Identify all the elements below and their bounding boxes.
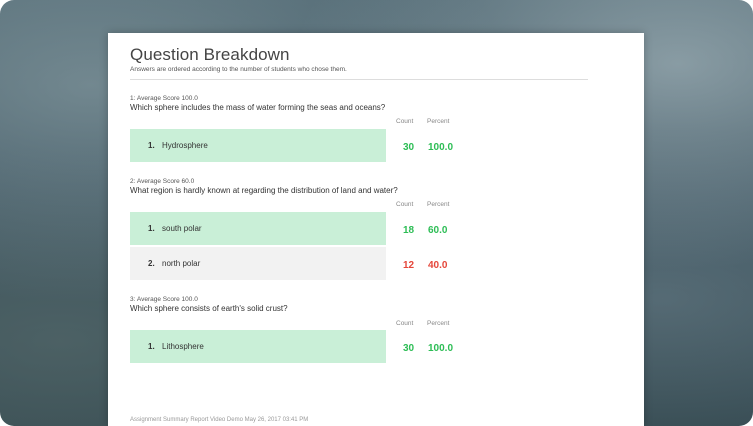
answer-count: 12	[403, 260, 415, 271]
answer-percent: 100.0	[428, 343, 454, 354]
answer-row: 2. north polar	[130, 247, 386, 280]
answer-percent: 100.0	[428, 142, 454, 153]
page-title: Question Breakdown	[130, 45, 290, 64]
answer-count: 18	[403, 225, 415, 236]
answer-number: 1.	[148, 224, 155, 233]
answer-label: Hydrosphere	[162, 141, 208, 150]
answer-number: 1.	[148, 141, 155, 150]
count-header: Count	[396, 118, 414, 125]
report-footer: Assignment Summary Report Video Demo May…	[130, 417, 309, 423]
background-frame: Question Breakdown Answers are ordered a…	[0, 0, 753, 426]
count-header: Count	[396, 320, 414, 327]
question-1-text: Which sphere includes the mass of water …	[130, 103, 386, 112]
answer-label: Lithosphere	[162, 342, 204, 351]
title-divider	[130, 79, 588, 80]
answer-count: 30	[403, 142, 415, 153]
page-subtitle: Answers are ordered according to the num…	[130, 66, 347, 73]
answer-row: 1. Hydrosphere	[130, 129, 386, 162]
answer-percent: 40.0	[428, 260, 448, 271]
answer-label: north polar	[162, 259, 201, 268]
question-3-text: Which sphere consists of earth's solid c…	[130, 304, 288, 313]
percent-header: Percent	[427, 201, 450, 208]
answer-number: 2.	[148, 259, 155, 268]
question-2-text: What region is hardly known at regarding…	[130, 186, 398, 195]
answer-row: 1. Lithosphere	[130, 330, 386, 363]
answer-percent: 60.0	[428, 225, 448, 236]
percent-header: Percent	[427, 118, 450, 125]
question-3-meta: 3: Average Score 100.0	[130, 296, 198, 303]
answer-row: 1. south polar	[130, 212, 386, 245]
count-header: Count	[396, 201, 414, 208]
question-1-meta: 1: Average Score 100.0	[130, 95, 198, 102]
answer-label: south polar	[162, 224, 202, 233]
answer-number: 1.	[148, 342, 155, 351]
report-card: Question Breakdown Answers are ordered a…	[108, 33, 644, 426]
question-2-meta: 2: Average Score 60.0	[130, 178, 195, 185]
percent-header: Percent	[427, 320, 450, 327]
answer-count: 30	[403, 343, 415, 354]
